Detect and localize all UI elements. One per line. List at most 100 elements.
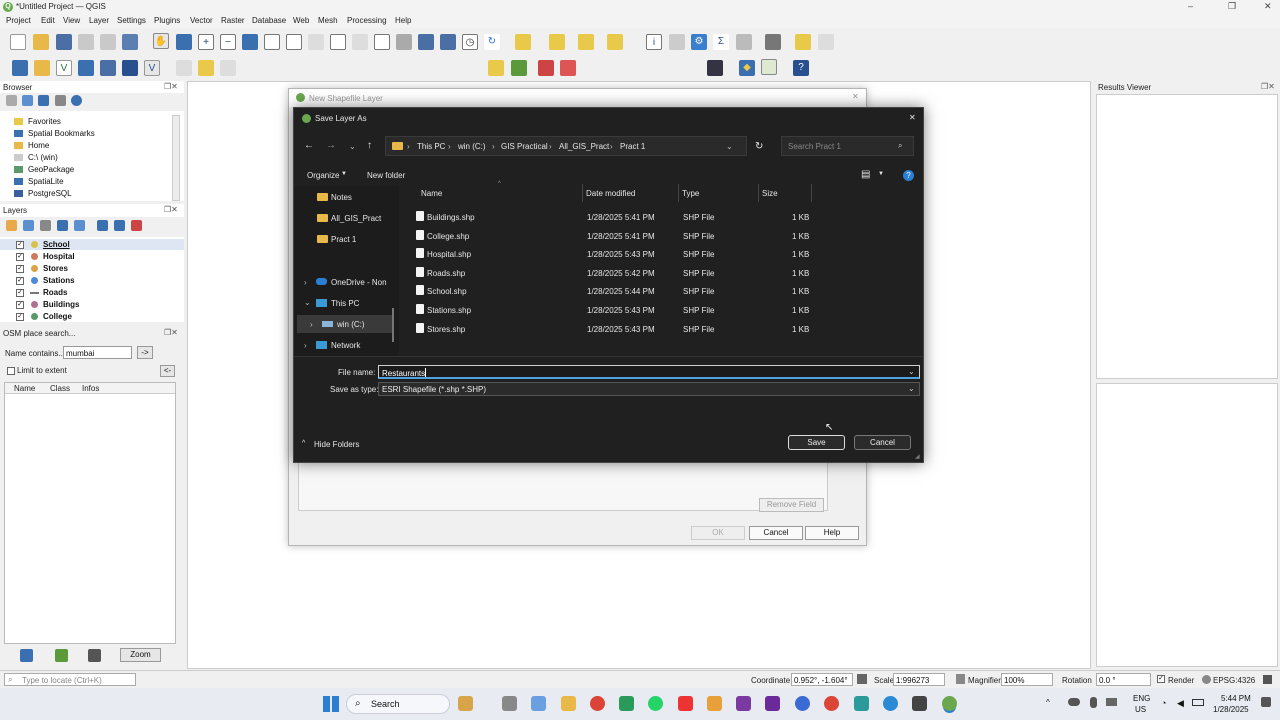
layer-stores-checkbox[interactable]: ✓ — [16, 265, 24, 273]
refresh-icon[interactable]: ↻ — [755, 141, 763, 152]
osm-back-button[interactable]: <- — [160, 365, 175, 377]
collapse-chevron-icon[interactable]: ⌄ — [304, 298, 311, 307]
hide-folders-button[interactable]: Hide Folders — [314, 440, 359, 449]
language-eng[interactable]: ENG — [1133, 694, 1150, 703]
nav-win-c[interactable]: win (C:) — [337, 320, 365, 329]
task-view-icon[interactable] — [502, 696, 517, 711]
menu-database[interactable]: Database — [252, 16, 286, 25]
new-spatialite-icon[interactable] — [78, 60, 94, 76]
onenote-icon[interactable] — [736, 696, 751, 711]
saveas-close-icon[interactable]: ✕ — [909, 113, 916, 122]
help-icon[interactable]: ? — [903, 170, 914, 181]
expand-all-icon[interactable] — [97, 220, 108, 231]
statistics-sigma-icon[interactable]: Σ — [713, 34, 729, 50]
menu-vector[interactable]: Vector — [190, 16, 213, 25]
browser-item-c-drive[interactable]: C:\ (win) — [28, 153, 58, 162]
menu-web[interactable]: Web — [293, 16, 309, 25]
cancel-button[interactable]: Cancel — [854, 435, 911, 450]
volume-icon[interactable]: ◀ — [1177, 698, 1184, 709]
edge-icon[interactable] — [883, 696, 898, 711]
temporal-controller-icon[interactable]: ◷ — [462, 34, 478, 50]
new-map-view-icon[interactable] — [374, 34, 390, 50]
pin-labels-icon[interactable] — [560, 60, 576, 76]
nav-all-gis-pract[interactable]: All_GIS_Pract — [331, 214, 381, 223]
expand-chevron-icon[interactable]: › — [304, 278, 307, 287]
hide-folders-chevron-icon[interactable]: ^ — [302, 440, 305, 447]
layers-float-icon[interactable]: ❐✕ — [164, 205, 178, 214]
col-infos[interactable]: Infos — [82, 384, 99, 393]
new-shapefile-icon[interactable]: V — [56, 60, 72, 76]
maximize-button[interactable]: ❐ — [1228, 1, 1236, 12]
crumb-win-c[interactable]: win (C:) — [458, 142, 486, 151]
results-float-icon[interactable]: ❐✕ — [1261, 82, 1275, 91]
open-project-icon[interactable] — [33, 34, 49, 50]
manage-visibility-icon[interactable] — [40, 220, 51, 231]
annotation-icon[interactable] — [818, 34, 834, 50]
osm-search-icon[interactable] — [761, 59, 777, 75]
menu-project[interactable]: Project — [6, 16, 31, 25]
layer-college[interactable]: College — [43, 312, 72, 321]
col-divider[interactable] — [678, 184, 679, 202]
remove-layer-icon[interactable] — [131, 220, 142, 231]
clock-date[interactable]: 1/28/2025 — [1213, 705, 1249, 714]
back-arrow-icon[interactable]: ← — [304, 140, 314, 151]
nav-this-pc[interactable]: This PC — [331, 299, 359, 308]
filter-icon[interactable] — [38, 95, 49, 106]
pan-icon[interactable]: ✋ — [153, 33, 169, 49]
file-row[interactable]: College.shp 1/28/2025 5:41 PM SHP File 1 KB — [410, 227, 810, 245]
zoom-app-icon[interactable] — [795, 696, 810, 711]
wifi-icon[interactable]: ◔ — [1161, 698, 1166, 708]
col-divider[interactable] — [811, 184, 812, 202]
zoom-next-icon[interactable] — [352, 34, 368, 50]
search-folder-input[interactable]: Search Pract 1 — [781, 136, 914, 156]
file-name-input[interactable]: Restaurants — [378, 365, 920, 379]
refresh-icon[interactable] — [22, 95, 33, 106]
menu-settings[interactable]: Settings — [117, 16, 146, 25]
coordinate-input[interactable]: 0.952°, -1.604° — [791, 673, 853, 686]
render-checkbox[interactable]: ✓ — [1157, 675, 1165, 683]
whatsapp-icon[interactable] — [648, 696, 663, 711]
file-explorer-icon[interactable] — [561, 696, 576, 711]
col-divider[interactable] — [582, 184, 583, 202]
locator-input[interactable]: Type to locate (Ctrl+K) — [4, 673, 136, 686]
col-name[interactable]: Name — [14, 384, 35, 393]
col-size[interactable]: Size — [762, 189, 778, 198]
file-row[interactable]: Hospital.shp 1/28/2025 5:43 PM SHP File 1 K… — [410, 245, 810, 263]
qgis-taskbar-icon[interactable] — [942, 696, 957, 711]
language-us[interactable]: US — [1135, 705, 1146, 714]
save-type-dropdown-icon[interactable]: ⌄ — [908, 384, 915, 393]
nav-onedrive[interactable]: OneDrive - Non — [331, 278, 387, 287]
toolbox-gear-icon[interactable]: ⚙ — [691, 34, 707, 50]
scale-input[interactable]: 1:996273 — [893, 673, 945, 686]
browser-scrollbar[interactable] — [172, 115, 180, 201]
layer-school[interactable]: School — [43, 240, 70, 249]
nav-pract-1[interactable]: Pract 1 — [331, 235, 356, 244]
diagram-icon[interactable] — [538, 60, 554, 76]
new-memory-layer-icon[interactable] — [100, 60, 116, 76]
menu-view[interactable]: View — [63, 16, 80, 25]
layer-buildings[interactable]: Buildings — [43, 300, 79, 309]
browser-item-bookmarks[interactable]: Spatial Bookmarks — [28, 129, 95, 138]
nav-scrollbar[interactable] — [392, 308, 394, 342]
youtube-icon[interactable] — [678, 696, 693, 711]
copilot-icon[interactable] — [531, 696, 546, 711]
newshp-ok-button[interactable]: OK — [691, 526, 745, 540]
up-arrow-icon[interactable]: ↑ — [367, 140, 372, 151]
browser-item-geopackage[interactable]: GeoPackage — [28, 165, 74, 174]
lock-scale-icon[interactable] — [956, 674, 965, 684]
browser-item-home[interactable]: Home — [28, 141, 49, 150]
layer-college-checkbox[interactable]: ✓ — [16, 313, 24, 321]
col-class[interactable]: Class — [50, 384, 70, 393]
select-features-icon[interactable] — [515, 34, 531, 50]
layer-hospital-checkbox[interactable]: ✓ — [16, 253, 24, 261]
layer-stations[interactable]: Stations — [43, 276, 75, 285]
github-icon[interactable] — [912, 696, 927, 711]
show-bookmarks-icon[interactable] — [440, 34, 456, 50]
save-type-select[interactable]: ESRI Shapefile (*.shp *.SHP) — [378, 382, 920, 396]
add-vector-icon[interactable]: V — [144, 60, 160, 76]
collapse-all-icon[interactable] — [55, 95, 66, 106]
remove-field-button[interactable]: Remove Field — [759, 498, 824, 512]
filter-legend-icon[interactable] — [57, 220, 68, 231]
layer-styling-icon[interactable] — [6, 220, 17, 231]
address-dropdown-icon[interactable]: ⌄ — [726, 142, 733, 151]
